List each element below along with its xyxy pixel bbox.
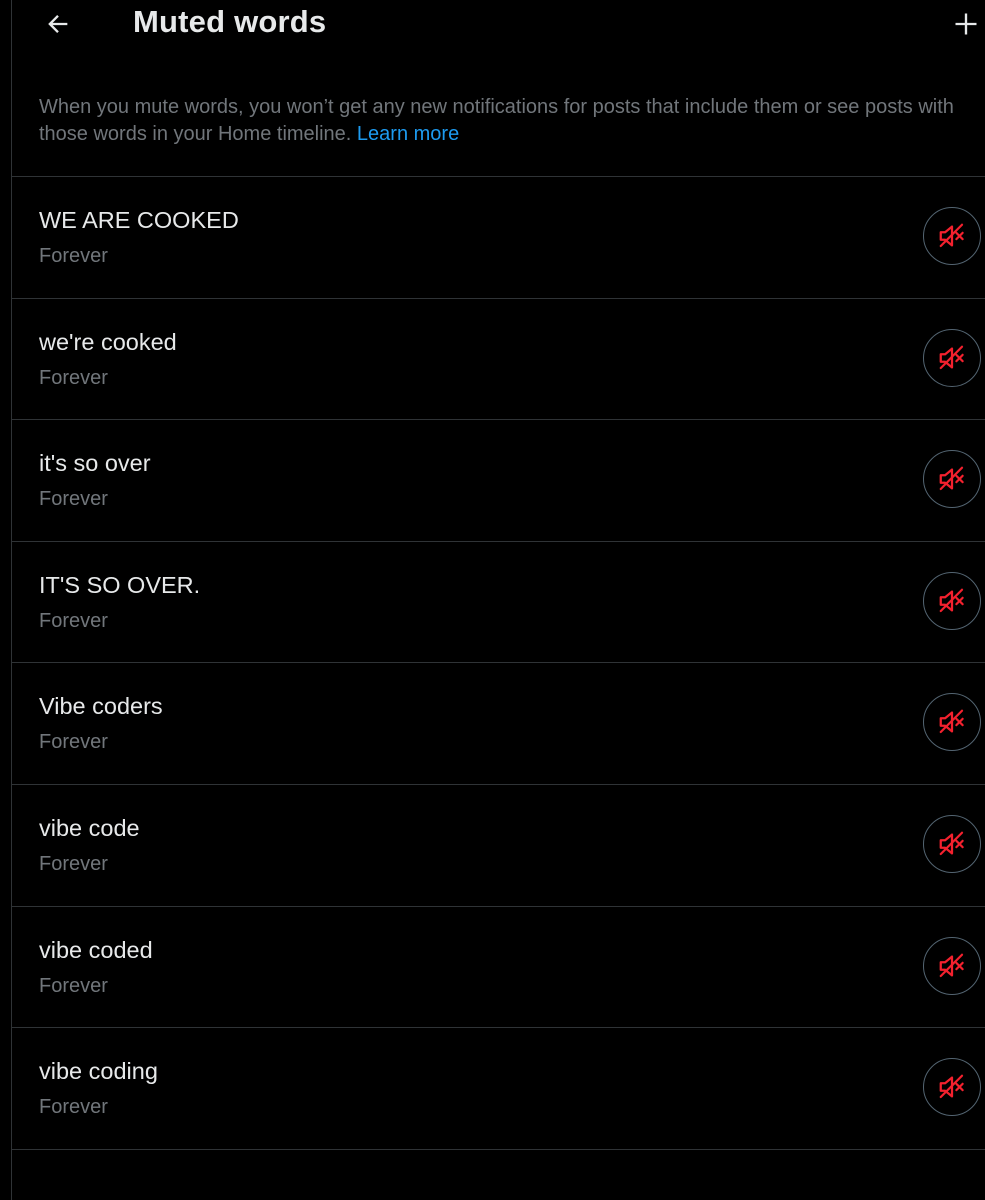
muted-word-row[interactable]: vibe coding Forever — [12, 1028, 985, 1150]
muted-word-text: vibe code — [39, 814, 140, 841]
speaker-muted-icon — [939, 588, 964, 612]
unmute-button[interactable] — [923, 1058, 981, 1117]
mute-duration: Forever — [39, 974, 108, 997]
mute-duration: Forever — [39, 731, 108, 754]
unmute-button[interactable] — [923, 693, 981, 752]
mute-duration: Forever — [39, 366, 108, 389]
muted-word-row[interactable]: Vibe coders Forever — [12, 663, 985, 785]
muted-words-description: When you mute words, you won’t get any n… — [39, 94, 974, 148]
mute-duration: Forever — [39, 1096, 108, 1119]
speaker-muted-icon — [939, 831, 964, 856]
mute-duration: Forever — [39, 609, 108, 632]
speaker-muted-icon — [939, 345, 964, 369]
unmute-button[interactable] — [923, 936, 981, 995]
muted-word-text: IT'S SO OVER. — [39, 571, 201, 598]
muted-word-row[interactable]: vibe coded Forever — [12, 907, 985, 1029]
plus-icon — [955, 13, 977, 35]
mute-duration: Forever — [39, 245, 108, 267]
muted-word-row[interactable]: we're cooked Forever — [12, 299, 985, 421]
muted-word-row[interactable]: IT'S SO OVER. Forever — [12, 542, 985, 664]
speaker-muted-icon — [939, 953, 964, 977]
muted-word-text: we're cooked — [39, 328, 177, 355]
muted-word-row[interactable]: WE ARE COOKED Forever — [12, 177, 985, 299]
speaker-muted-icon — [939, 466, 964, 491]
muted-word-text: Vibe coders — [39, 693, 163, 720]
back-button[interactable] — [38, 4, 78, 44]
page-title: Muted words — [133, 4, 327, 39]
unmute-button[interactable] — [923, 450, 981, 509]
learn-more-link[interactable]: Learn more — [357, 123, 459, 145]
muted-word-row[interactable]: it's so over Forever — [12, 420, 985, 542]
muted-word-text: WE ARE COOKED — [39, 207, 239, 233]
muted-word-text: vibe coded — [39, 936, 153, 963]
mute-duration: Forever — [39, 488, 108, 511]
unmute-button[interactable] — [923, 328, 981, 387]
muted-word-text: vibe coding — [39, 1058, 158, 1085]
muted-word-text: it's so over — [39, 450, 151, 477]
page-header: Muted words — [12, 0, 985, 50]
unmute-button[interactable] — [923, 571, 981, 630]
speaker-muted-icon — [939, 223, 964, 248]
arrow-left-icon — [48, 15, 68, 33]
muted-word-row[interactable]: vibe code Forever — [12, 785, 985, 907]
unmute-button[interactable] — [923, 814, 981, 873]
muted-words-list: WE ARE COOKED Forever we're cooked Forev… — [12, 177, 985, 1150]
mute-duration: Forever — [39, 852, 108, 875]
speaker-muted-icon — [939, 710, 964, 734]
description-text: When you mute words, you won’t get any n… — [39, 96, 954, 145]
unmute-button[interactable] — [923, 207, 981, 265]
speaker-muted-icon — [939, 1074, 964, 1099]
add-muted-word-button[interactable] — [946, 4, 985, 44]
